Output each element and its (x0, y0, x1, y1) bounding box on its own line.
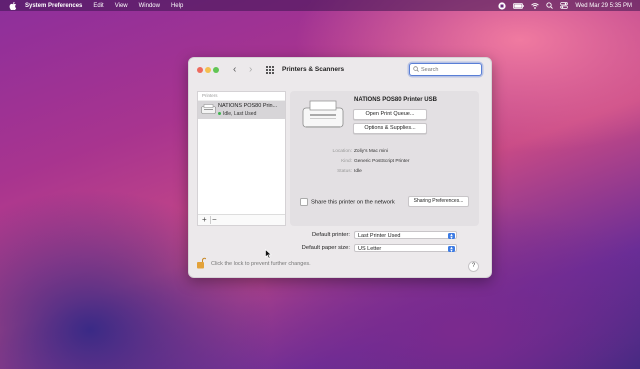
menu-app-name[interactable]: System Preferences (25, 3, 82, 9)
printer-detail-panel: NATIONS POS80 Printer USB Open Print Que… (290, 91, 479, 226)
wifi-icon[interactable] (531, 2, 540, 9)
status-dot-icon (218, 112, 221, 116)
back-button[interactable]: ‹ (233, 64, 236, 76)
default-printer-select[interactable]: Last Printer Used ▲ ▼ (354, 231, 457, 239)
search-icon[interactable] (546, 2, 554, 9)
status-label: Status: (337, 169, 352, 174)
apple-menu-icon[interactable] (9, 1, 17, 10)
paper-size-select[interactable]: US Letter ▲ ▼ (354, 244, 457, 252)
printer-thumbnail-icon (201, 104, 216, 114)
printer-list-item[interactable]: NATIONS POS80 Prin... Idle, Last Used (198, 101, 285, 119)
kind-row: Kind: Generic PostScript Printer (300, 159, 480, 166)
options-supplies-button[interactable]: Options & Supplies... (353, 123, 427, 134)
search-icon (413, 66, 419, 72)
menu-edit[interactable]: Edit (93, 3, 103, 9)
printer-list-name: NATIONS POS80 Prin... (218, 103, 278, 109)
select-arrows-icon: ▲ ▼ (448, 231, 455, 240)
share-printer-label: Share this printer on the network (311, 199, 395, 206)
kind-value: Generic PostScript Printer (354, 159, 410, 164)
menu-datetime[interactable]: Wed Mar 29 5:35 PM (575, 3, 632, 9)
default-printer-value: Last Printer Used (358, 233, 401, 239)
control-center-icon[interactable] (560, 2, 569, 9)
select-arrows-icon: ▲ ▼ (448, 244, 455, 253)
menu-window[interactable]: Window (139, 3, 160, 9)
forward-button[interactable]: › (249, 64, 252, 76)
battery-icon[interactable] (513, 2, 525, 9)
menu-bar: System Preferences Edit View Window Help… (0, 0, 640, 11)
status-value: Idle (354, 169, 362, 174)
status-row: Status: Idle (300, 169, 480, 176)
printer-list: Printers NATIONS POS80 Prin... Idle, Las… (197, 91, 286, 226)
location-label: Location: (332, 149, 352, 154)
open-print-queue-button[interactable]: Open Print Queue... (353, 109, 427, 120)
location-row: Location: Zoliy’s Mac mini (300, 149, 480, 156)
minimize-button[interactable] (205, 67, 211, 73)
kind-label: Kind: (341, 159, 352, 164)
close-button[interactable] (197, 67, 203, 73)
zoom-button[interactable] (213, 67, 219, 73)
show-all-grid-icon[interactable] (266, 66, 274, 74)
location-value: Zoliy’s Mac mini (354, 149, 389, 154)
remove-printer-button[interactable]: − (212, 215, 217, 225)
share-printer-checkbox[interactable] (300, 198, 308, 206)
printers-scanners-window: ‹ › Printers & Scanners Printers NATIONS… (188, 57, 492, 278)
menu-view[interactable]: View (115, 3, 128, 9)
help-button[interactable]: ? (468, 261, 479, 272)
paper-size-value: US Letter (358, 246, 382, 252)
paper-size-label: Default paper size: (301, 245, 350, 251)
title-bar: ‹ › Printers & Scanners (189, 58, 491, 82)
menu-help[interactable]: Help (171, 3, 183, 9)
default-printer-label: Default printer: (311, 232, 350, 238)
printer-list-status: Idle, Last Used (218, 111, 256, 117)
sharing-preferences-button[interactable]: Sharing Preferences... (408, 196, 469, 207)
printer-image-icon (302, 100, 344, 128)
printers-header: Printers (198, 92, 285, 101)
add-printer-button[interactable]: + (202, 215, 207, 225)
unlocked-lock-icon[interactable] (197, 257, 206, 269)
share-printer-row[interactable]: Share this printer on the network (300, 198, 395, 206)
printer-list-status-text: Idle, Last Used (223, 111, 257, 117)
screen-record-icon[interactable] (498, 1, 507, 10)
list-footer: + − (198, 214, 285, 225)
footer-divider (210, 216, 211, 224)
lock-message: Click the lock to prevent further change… (211, 261, 311, 267)
search-field[interactable] (409, 63, 482, 76)
search-input[interactable] (421, 64, 477, 75)
mouse-cursor-icon (265, 249, 272, 259)
window-title: Printers & Scanners (282, 66, 345, 73)
printer-name: NATIONS POS80 Printer USB (354, 97, 437, 103)
